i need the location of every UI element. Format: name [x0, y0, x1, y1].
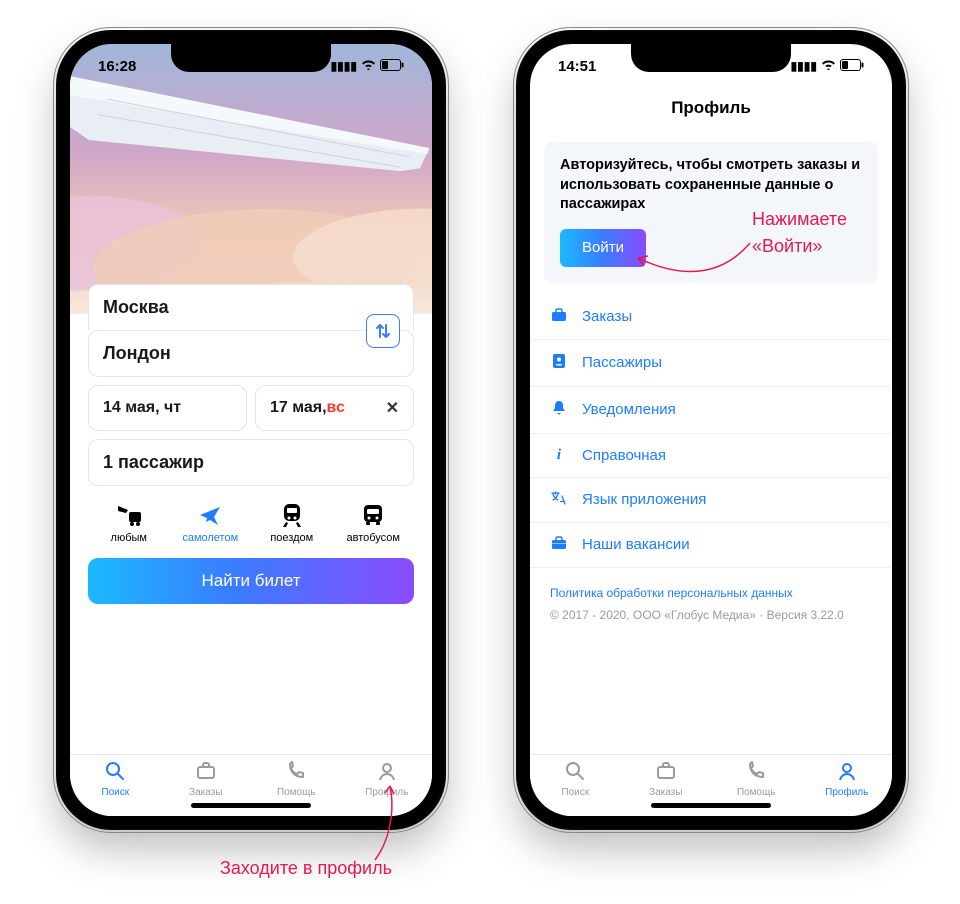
menu-language[interactable]: Язык приложения: [530, 478, 892, 523]
date-back-day: вс: [327, 399, 345, 417]
page-title: Профиль: [530, 88, 892, 128]
tab-search-label: Поиск: [561, 787, 589, 798]
briefcase-icon: [550, 308, 568, 326]
copyright: © 2017 - 2020, ООО «Глобус Медиа» · Верс…: [550, 608, 872, 622]
date-out-value: 14 мая, чт: [103, 399, 181, 417]
profile-icon: [377, 761, 397, 785]
login-button-label: Войти: [582, 239, 624, 256]
tab-profile[interactable]: Профиль: [352, 761, 422, 816]
swap-icon: [375, 322, 391, 340]
airplane-wing-illustration: [70, 57, 432, 292]
date-back-input[interactable]: 17 мая, вс ✕: [255, 385, 414, 431]
home-indicator: [651, 803, 771, 808]
menu-help[interactable]: i Справочная: [530, 434, 892, 478]
bus-icon: [362, 502, 384, 528]
mode-bus-label: автобусом: [347, 532, 401, 544]
menu-passengers[interactable]: Пассажиры: [530, 340, 892, 387]
tab-profile-label: Профиль: [365, 787, 408, 798]
tab-orders-label: Заказы: [649, 787, 682, 798]
screen-left: 16:28 ▮▮▮▮: [70, 44, 432, 816]
search-card: Москва Лондон 14 мая, чт 17 мая, вс: [88, 284, 414, 604]
profile-menu: Заказы Пассажиры Уведомления i Справ: [530, 295, 892, 568]
menu-notifications[interactable]: Уведомления: [530, 387, 892, 434]
date-out-input[interactable]: 14 мая, чт: [88, 385, 247, 431]
privacy-link[interactable]: Политика обработки персональных данных: [550, 586, 793, 600]
dates-row: 14 мая, чт 17 мая, вс ✕: [88, 385, 414, 439]
status-time: 16:28: [98, 58, 136, 75]
find-ticket-button[interactable]: Найти билет: [88, 558, 414, 604]
menu-passengers-label: Пассажиры: [582, 354, 662, 371]
phone-icon: [286, 761, 306, 785]
clear-date-icon[interactable]: ✕: [386, 398, 399, 418]
menu-jobs-label: Наши вакансии: [582, 536, 690, 553]
status-indicators: ▮▮▮▮: [331, 59, 404, 74]
phone-mock-left: 16:28 ▮▮▮▮: [56, 30, 446, 830]
footer: Политика обработки персональных данных ©…: [530, 568, 892, 622]
menu-language-label: Язык приложения: [582, 491, 706, 508]
battery-icon: [380, 59, 404, 74]
tab-orders-label: Заказы: [189, 787, 222, 798]
date-back-prefix: 17 мая,: [270, 399, 327, 417]
briefcase-icon: [196, 761, 216, 785]
passengers-value: 1 пассажир: [103, 452, 204, 473]
tab-search-label: Поиск: [101, 787, 129, 798]
plane-icon: [198, 502, 222, 528]
tab-help-label: Помощь: [737, 787, 776, 798]
status-time: 14:51: [558, 58, 596, 75]
phone-mock-right: 14:51 ▮▮▮▮ Профиль Авторизуйтесь, чтобы …: [516, 30, 906, 830]
bell-icon: [550, 400, 568, 420]
wifi-icon: [361, 59, 376, 73]
home-indicator: [191, 803, 311, 808]
city-group: Москва Лондон: [88, 284, 414, 377]
annotation-press-login: Нажимаете «Войти»: [752, 206, 847, 260]
menu-notifications-label: Уведомления: [582, 401, 676, 418]
screen-right: 14:51 ▮▮▮▮ Профиль Авторизуйтесь, чтобы …: [530, 44, 892, 816]
to-city-value: Лондон: [103, 343, 171, 364]
mode-plane-label: самолетом: [182, 532, 238, 544]
signal-icon: ▮▮▮▮: [331, 59, 357, 73]
signal-icon: ▮▮▮▮: [791, 59, 817, 73]
mixed-transport-icon: [115, 502, 143, 528]
train-icon: [281, 502, 303, 528]
find-ticket-label: Найти билет: [201, 571, 300, 591]
briefcase-icon: [656, 761, 676, 785]
tab-profile-label: Профиль: [825, 787, 868, 798]
mode-plane[interactable]: самолетом: [174, 502, 246, 544]
from-city-value: Москва: [103, 297, 169, 318]
notch: [631, 44, 791, 72]
phone-icon: [746, 761, 766, 785]
mode-train[interactable]: поездом: [256, 502, 328, 544]
annotation-press-login-2: «Войти»: [752, 236, 822, 256]
mode-bus[interactable]: автобусом: [337, 502, 409, 544]
annotation-press-login-1: Нажимаете: [752, 209, 847, 229]
menu-orders[interactable]: Заказы: [530, 295, 892, 340]
profile-icon: [837, 761, 857, 785]
passport-icon: [550, 353, 568, 373]
login-button[interactable]: Войти: [560, 229, 646, 267]
tab-search[interactable]: Поиск: [540, 761, 610, 816]
search-icon: [105, 761, 125, 785]
mode-any[interactable]: любым: [93, 502, 165, 544]
search-icon: [565, 761, 585, 785]
info-icon: i: [550, 447, 568, 464]
language-icon: [550, 491, 568, 509]
transport-modes: любым самолетом поездом: [88, 494, 414, 548]
swap-cities-button[interactable]: [366, 314, 400, 348]
status-indicators: ▮▮▮▮: [791, 59, 864, 74]
mode-train-label: поездом: [270, 532, 313, 544]
wifi-icon: [821, 59, 836, 73]
annotation-go-profile: Заходите в профиль: [220, 858, 392, 879]
mode-any-label: любым: [111, 532, 147, 544]
menu-orders-label: Заказы: [582, 308, 632, 325]
tab-search[interactable]: Поиск: [80, 761, 150, 816]
jobs-icon: [550, 536, 568, 554]
tab-help-label: Помощь: [277, 787, 316, 798]
passengers-input[interactable]: 1 пассажир: [88, 439, 414, 486]
tab-profile[interactable]: Профиль: [812, 761, 882, 816]
battery-icon: [840, 59, 864, 74]
menu-jobs[interactable]: Наши вакансии: [530, 523, 892, 568]
menu-help-label: Справочная: [582, 447, 666, 464]
notch: [171, 44, 331, 72]
